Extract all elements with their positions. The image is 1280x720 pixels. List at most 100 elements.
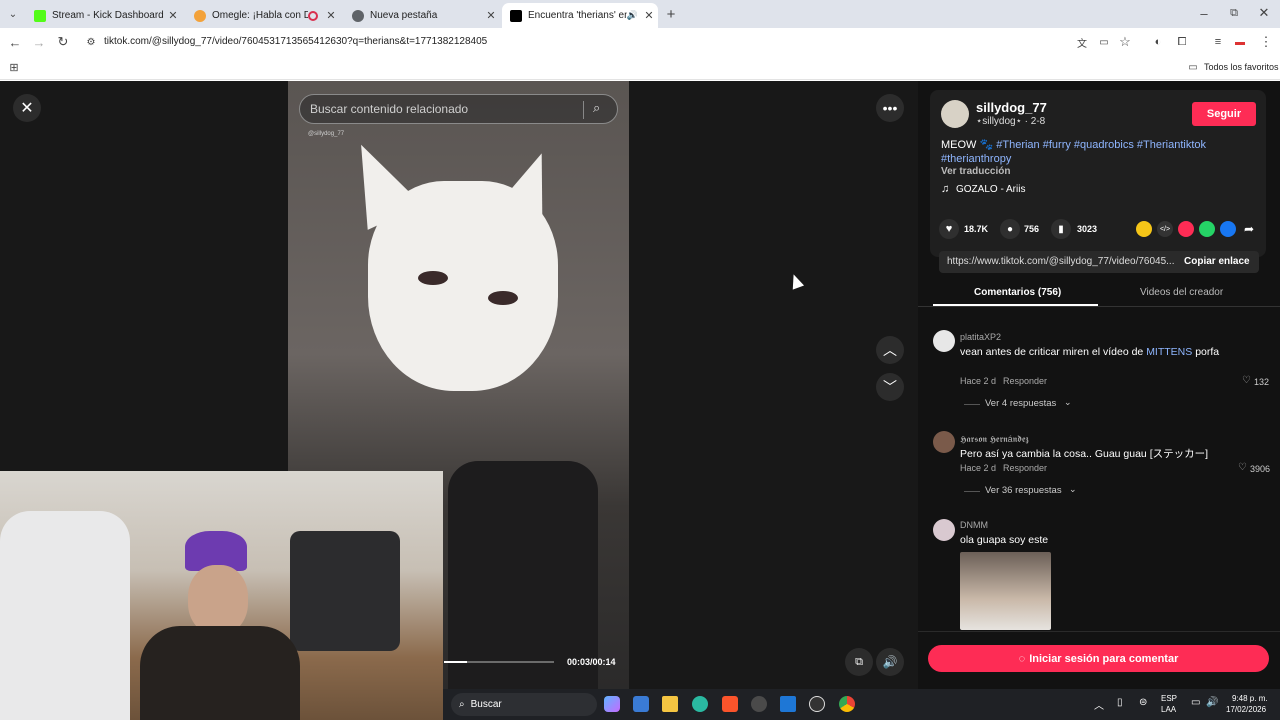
follow-button[interactable]: Seguir (1192, 102, 1256, 126)
hashtag-link[interactable]: #therianthropy (941, 153, 1011, 165)
next-video-button[interactable]: ﹀ (876, 373, 904, 401)
comment-username[interactable]: 𝕳𝖆𝖗𝖘𝖔𝖓 𝕳𝖊𝖗𝖓á𝖓𝖉𝖊𝖟 (960, 434, 1029, 445)
close-tab-icon[interactable]: ✕ (640, 9, 658, 22)
kick-favicon-icon (34, 9, 46, 22)
reload-icon[interactable]: ↻ (54, 33, 72, 51)
volume-button[interactable]: 🔊 (876, 648, 904, 676)
hashtag-link[interactable]: #Theriantiktok (1137, 139, 1206, 151)
bookmark-star-icon[interactable]: ☆ (1117, 33, 1133, 51)
save-count: 3023 (1077, 224, 1098, 234)
heart-outline-icon[interactable]: ♡ (1242, 375, 1251, 386)
close-tab-icon[interactable]: ✕ (164, 9, 182, 22)
close-tab-icon[interactable]: ✕ (482, 9, 500, 22)
share-arrow-icon[interactable]: ➦ (1241, 221, 1257, 237)
taskbar-search-box[interactable]: ⌕ Buscar (451, 693, 597, 716)
tab-kick[interactable]: Stream - Kick Dashboard ✕ (26, 3, 182, 28)
author-username[interactable]: sillydog_77 (976, 100, 1047, 115)
like-button[interactable]: ♥ (939, 219, 959, 239)
cast-icon[interactable]: ▭ (1096, 33, 1112, 51)
minimize-icon[interactable]: – (1194, 4, 1214, 22)
obs-icon[interactable] (809, 696, 825, 712)
close-tab-icon[interactable]: ✕ (322, 9, 340, 22)
comment-username[interactable]: DNMM (960, 520, 988, 530)
clock-date[interactable]: 17/02/2026 (1226, 705, 1266, 714)
tab-search-chevron-icon[interactable]: ⌄ (4, 5, 22, 23)
brave-icon[interactable] (722, 696, 738, 712)
language-code[interactable]: ESP (1161, 694, 1177, 703)
forward-icon[interactable]: → (30, 33, 48, 51)
tab-tiktok[interactable]: Encuentra 'therians' en TikT 🔊 ✕ (502, 3, 658, 28)
view-replies-button[interactable]: Ver 36 respuestas (985, 485, 1062, 496)
network-icon[interactable]: ⊜ (1139, 697, 1147, 708)
tab-creator-videos[interactable]: Videos del creador (1140, 287, 1223, 298)
webcam-overlay (0, 471, 443, 720)
chevron-up-icon[interactable]: ︿ (1094, 697, 1104, 712)
clock-time[interactable]: 9:48 p. m. (1232, 694, 1268, 703)
back-icon[interactable]: ← (6, 33, 24, 51)
avatar[interactable] (941, 100, 969, 128)
tab-comments[interactable]: Comentarios (756) (974, 287, 1061, 298)
copy-link-button[interactable]: Copiar enlace (1184, 256, 1250, 267)
comment-avatar[interactable] (933, 431, 955, 453)
app-icon[interactable] (751, 696, 767, 712)
profile-circle-icon[interactable]: ◐ (1150, 33, 1166, 51)
emoji-share-icon[interactable] (1136, 221, 1152, 237)
see-translation-link[interactable]: Ver traducción (941, 166, 1010, 177)
copilot-icon[interactable] (604, 696, 620, 712)
comment-button[interactable]: ● (1000, 219, 1020, 239)
previous-video-button[interactable]: ︿ (876, 336, 904, 364)
comment-avatar[interactable] (933, 330, 955, 352)
hashtag-link[interactable]: #quadrobics (1074, 139, 1134, 151)
edge-icon[interactable] (692, 696, 708, 712)
speaker-icon[interactable]: 🔊 (627, 10, 638, 21)
new-tab-button[interactable]: + (662, 5, 680, 23)
usb-icon[interactable]: ▯ (1117, 697, 1123, 708)
tab-new[interactable]: Nueva pestaña ✕ (344, 3, 500, 28)
extensions-icon[interactable]: ⧠ (1174, 33, 1190, 51)
send-to-friends-icon[interactable] (1178, 221, 1194, 237)
apps-grid-icon[interactable]: ⊞ (6, 59, 22, 75)
file-explorer-icon[interactable] (662, 696, 678, 712)
site-info-icon[interactable]: ⚙ (84, 34, 98, 50)
chrome-taskbar-icon[interactable] (839, 696, 855, 712)
search-icon[interactable]: ⌕ (593, 100, 600, 116)
video-link-text[interactable]: https://www.tiktok.com/@sillydog_77/vide… (947, 256, 1175, 267)
display-icon[interactable]: ▭ (1191, 697, 1200, 708)
reply-button[interactable]: Responder (1003, 376, 1047, 386)
login-label: Iniciar sesión para comentar (1029, 652, 1179, 665)
login-to-comment-button[interactable]: ◌ Iniciar sesión para comentar (928, 645, 1269, 672)
hashtag-link[interactable]: #furry (1043, 139, 1071, 151)
view-replies-button[interactable]: Ver 4 respuestas (985, 398, 1056, 409)
all-bookmarks-link[interactable]: Todos los favoritos (1204, 62, 1279, 72)
embed-icon[interactable]: </> (1157, 221, 1173, 237)
comment-sticker-image[interactable] (960, 552, 1051, 630)
progress-track[interactable] (444, 661, 554, 663)
close-video-button[interactable]: ✕ (13, 94, 41, 122)
comment-username[interactable]: platitaXP2 (960, 332, 1001, 342)
mail-icon[interactable] (780, 696, 796, 712)
save-button[interactable]: ▮ (1051, 219, 1071, 239)
pip-button[interactable]: ⧉ (845, 648, 873, 676)
mention-link[interactable]: MITTENS (1146, 346, 1192, 358)
queue-icon[interactable]: ≡ (1210, 33, 1226, 51)
volume-icon[interactable]: 🔊 (1206, 697, 1218, 708)
store-icon[interactable] (633, 696, 649, 712)
heart-outline-icon[interactable]: ♡ (1238, 462, 1247, 473)
close-window-icon[interactable]: ✕ (1254, 4, 1274, 22)
whatsapp-icon[interactable] (1199, 221, 1215, 237)
translate-icon[interactable]: 文 (1074, 33, 1090, 51)
facebook-icon[interactable] (1220, 221, 1236, 237)
hashtag-link[interactable]: #Therian (996, 139, 1039, 151)
music-title[interactable]: GOZALO - Ariis (956, 184, 1025, 195)
comment-like-count: 132 (1254, 377, 1270, 387)
reply-button[interactable]: Responder (1003, 463, 1047, 473)
restore-icon[interactable]: ⧉ (1224, 4, 1244, 22)
related-search-input[interactable]: Buscar contenido relacionado ⌕ (299, 94, 618, 124)
comment-avatar[interactable] (933, 519, 955, 541)
address-input[interactable]: tiktok.com/@sillydog_77/video/7604531713… (104, 36, 487, 47)
extension-red-icon[interactable]: ▬ (1232, 33, 1248, 51)
tab-omegle[interactable]: Omegle: ¡Habla con Descor ✕ (186, 3, 340, 28)
more-options-button[interactable]: ••• (876, 94, 904, 122)
menu-kebab-icon[interactable]: ⋮ (1258, 33, 1274, 51)
language-layout[interactable]: LAA (1161, 705, 1176, 714)
